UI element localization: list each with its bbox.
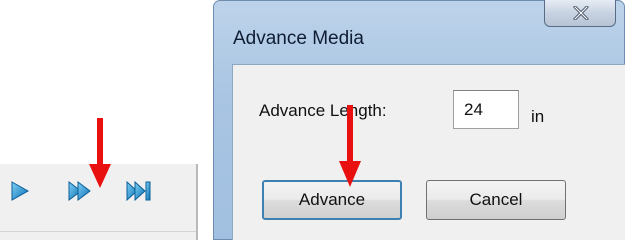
advance-to-end-button[interactable] — [126, 179, 152, 203]
toolbar-divider — [0, 231, 196, 232]
play-button[interactable] — [7, 179, 33, 203]
advance-length-input[interactable] — [453, 90, 519, 129]
cancel-button[interactable]: Cancel — [426, 180, 566, 220]
skip-to-end-icon — [126, 180, 151, 202]
advance-media-button[interactable] — [67, 179, 93, 203]
double-play-icon — [68, 181, 91, 201]
advance-media-dialog: Advance Media Advance Length: in Advance… — [213, 0, 625, 240]
unit-label: in — [531, 107, 545, 126]
dialog-body: Advance Length: in Advance Cancel — [232, 64, 625, 240]
dialog-title: Advance Media — [233, 28, 364, 49]
advance-button[interactable]: Advance — [262, 180, 402, 220]
play-icon — [11, 181, 30, 201]
media-toolbar — [0, 164, 198, 240]
close-icon — [573, 6, 589, 20]
close-button[interactable] — [544, 0, 616, 27]
advance-length-label: Advance Length: — [259, 101, 387, 120]
